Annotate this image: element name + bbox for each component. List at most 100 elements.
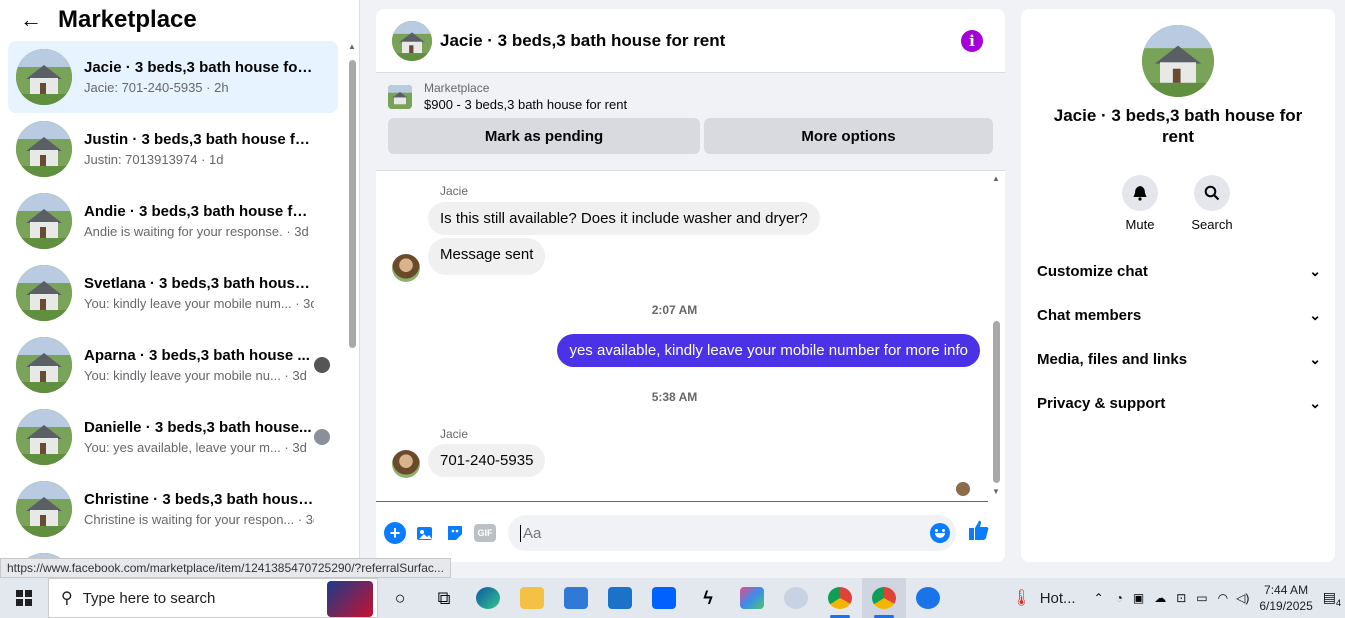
sidebar-scrollbar[interactable]: ▲ — [347, 42, 357, 578]
notification-icon[interactable]: ▤4 — [1323, 589, 1341, 608]
chevron-down-icon: ⌄ — [1309, 394, 1321, 411]
composer-divider — [376, 501, 988, 502]
customize-chat-row[interactable]: Customize chat ⌄ — [1037, 249, 1321, 293]
conversation-item[interactable]: Aparna · 3 beds,3 bath house ... You: ki… — [8, 329, 338, 401]
taskbar-search[interactable]: ⚲ Type here to search — [48, 578, 378, 618]
message-input[interactable] — [520, 524, 900, 542]
contact-avatar[interactable] — [392, 450, 420, 478]
conversation-name: Danielle · 3 beds,3 bath house... — [84, 419, 312, 436]
contact-avatar[interactable] — [392, 254, 420, 282]
more-options-button[interactable]: More options — [704, 118, 993, 154]
chevron-down-icon: ⌄ — [1309, 350, 1321, 367]
sender-name: Jacie — [440, 427, 469, 441]
conversation-item[interactable]: Danielle · 3 beds,3 bath house... You: y… — [8, 401, 338, 473]
scrollbar-thumb[interactable] — [993, 321, 1000, 483]
emoji-icon[interactable] — [930, 523, 950, 543]
privacy-support-row[interactable]: Privacy & support ⌄ — [1037, 381, 1321, 425]
meet-icon[interactable]: ▣ — [1133, 591, 1144, 605]
info-icon[interactable]: i — [961, 30, 983, 52]
gif-icon[interactable]: GIF — [474, 524, 496, 542]
chat-scrollbar[interactable]: ▲ ▼ — [991, 174, 1001, 499]
message-bubble[interactable]: 701-240-5935 — [428, 444, 546, 477]
conversation-preview: You: kindly leave your mobile nu... · 3d — [84, 368, 307, 383]
listing-price-title[interactable]: $900 - 3 beds,3 bath house for rent — [424, 97, 627, 112]
scroll-up-icon[interactable]: ▲ — [348, 42, 356, 51]
listing-thumbnail[interactable] — [392, 20, 432, 61]
task-view-icon[interactable]: ⧉ — [422, 578, 466, 618]
listing-thumbnail — [16, 481, 72, 537]
back-arrow-icon[interactable]: ← — [20, 7, 44, 33]
mark-as-pending-button[interactable]: Mark as pending — [388, 118, 700, 154]
chat-members-row[interactable]: Chat members ⌄ — [1037, 293, 1321, 337]
wifi-icon[interactable]: ◠ — [1218, 591, 1228, 605]
conversation-name: Justin · 3 beds,3 bath house for ... — [84, 131, 314, 148]
search-button[interactable]: Search — [1182, 175, 1242, 232]
listing-thumbnail[interactable] — [388, 84, 412, 109]
media-files-links-row[interactable]: Media, files and links ⌄ — [1037, 337, 1321, 381]
conversation-preview: Justin: 7013913974 · 1d — [84, 152, 224, 167]
sticker-icon[interactable] — [444, 522, 466, 544]
help-icon[interactable] — [906, 578, 950, 618]
message-bubble[interactable]: Is this still available? Does it include… — [428, 202, 820, 235]
conversation-preview: You: kindly leave your mobile num... · 3… — [84, 296, 314, 311]
cortana-icon[interactable]: ○ — [378, 578, 422, 618]
chrome-icon[interactable] — [818, 578, 862, 618]
battery-icon[interactable]: ▭ — [1196, 591, 1207, 605]
app-icon[interactable]: ϟ — [686, 578, 730, 618]
search-label: Search — [1191, 217, 1233, 232]
message-bubble[interactable]: Message sent — [428, 238, 546, 275]
store-icon[interactable] — [554, 578, 598, 618]
chevron-down-icon: ⌄ — [1309, 306, 1321, 323]
chevron-up-icon[interactable]: ⌃ — [1094, 591, 1104, 605]
mute-button[interactable]: Mute — [1110, 175, 1170, 232]
clock[interactable]: 7:44 AM 6/19/2025 — [1259, 582, 1312, 614]
chat-header: Jacie · 3 beds,3 bath house for rent i — [376, 9, 1005, 73]
network-icon[interactable]: ◔ — [1116, 591, 1123, 605]
file-explorer-icon[interactable] — [510, 578, 554, 618]
chat-title[interactable]: Jacie · 3 beds,3 bath house for rent — [440, 31, 725, 51]
conversation-preview: Christine is waiting for your respon... … — [84, 512, 314, 527]
scroll-up-icon[interactable]: ▲ — [992, 174, 1000, 183]
conversation-item[interactable]: Andie · 3 beds,3 bath house for ... Andi… — [8, 185, 338, 257]
conversation-item[interactable]: Justin · 3 beds,3 bath house for ... Jus… — [8, 113, 338, 185]
mail-icon[interactable] — [598, 578, 642, 618]
scrollbar-thumb[interactable] — [349, 60, 356, 348]
conversation-item[interactable]: Christine · 3 beds,3 bath house f... Chr… — [8, 473, 338, 545]
weather-text[interactable]: Hot... — [1040, 590, 1076, 607]
listing-thumbnail — [16, 49, 72, 105]
outgoing-message-bubble[interactable]: yes available, kindly leave your mobile … — [557, 334, 980, 367]
section-label: Privacy & support — [1037, 394, 1166, 412]
sidebar-title: Marketplace — [58, 6, 197, 33]
search-icon — [1194, 175, 1230, 211]
conversation-name: Aparna · 3 beds,3 bath house ... — [84, 347, 310, 364]
dropbox-icon[interactable] — [642, 578, 686, 618]
section-label: Media, files and links — [1037, 350, 1188, 368]
cloud-icon[interactable]: ☁ — [1154, 591, 1166, 605]
volume-icon[interactable]: ◁) — [1236, 591, 1249, 605]
read-receipt-avatar — [314, 429, 330, 445]
notification-count: 4 — [1335, 597, 1341, 608]
conversation-item[interactable]: Svetlana · 3 beds,3 bath house f... You:… — [8, 257, 338, 329]
conversation-item[interactable]: Jacie · 3 beds,3 bath house for r... Jac… — [8, 41, 338, 113]
m365-icon[interactable] — [730, 578, 774, 618]
security-icon[interactable]: ⊡ — [1176, 591, 1186, 605]
scroll-down-icon[interactable]: ▼ — [992, 487, 1000, 496]
windows-taskbar: ⚲ Type here to search ○ ⧉ ϟ 🌡 Hot... ⌃ ◔… — [0, 578, 1345, 618]
windows-icon — [16, 590, 32, 606]
listing-source: Marketplace — [424, 81, 490, 95]
app-icon[interactable] — [774, 578, 818, 618]
chat-panel: Jacie · 3 beds,3 bath house for rent i M… — [376, 9, 1005, 562]
conversation-name: Andie · 3 beds,3 bath house for ... — [84, 203, 314, 220]
start-button[interactable] — [0, 578, 48, 618]
timestamp: 5:38 AM — [651, 390, 698, 404]
plus-icon[interactable]: + — [384, 522, 406, 544]
system-tray: 🌡 Hot... ⌃ ◔ ▣ ☁ ⊡ ▭ ◠ ◁) 7:44 AM 6/19/2… — [1011, 578, 1345, 618]
listing-photo[interactable] — [1142, 25, 1214, 97]
conversation-details-panel: Jacie · 3 beds,3 bath house for rent Mut… — [1021, 9, 1335, 562]
sender-name: Jacie — [440, 184, 469, 198]
edge-icon[interactable] — [466, 578, 510, 618]
photo-icon[interactable] — [414, 522, 436, 544]
chrome-icon[interactable] — [862, 578, 906, 618]
section-label: Chat members — [1037, 306, 1142, 324]
thumbs-up-icon[interactable] — [968, 519, 990, 547]
